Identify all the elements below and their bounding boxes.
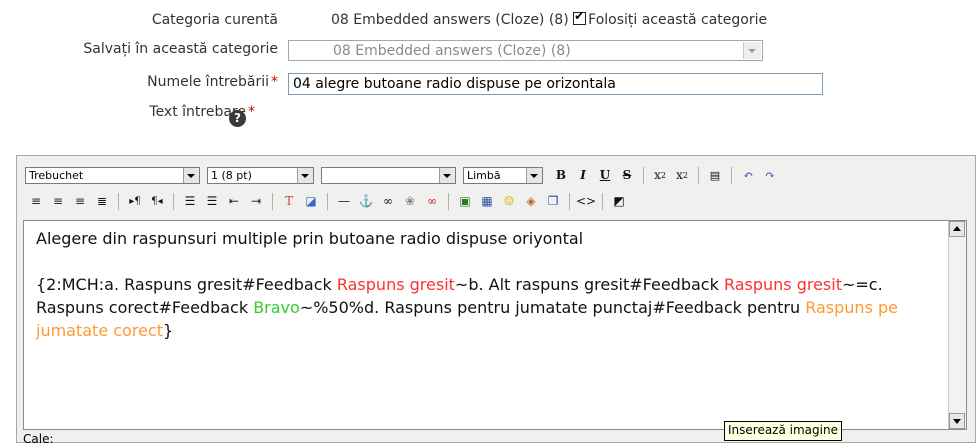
chevron-down-icon — [743, 42, 761, 59]
file-icon[interactable]: ❐ — [544, 192, 562, 210]
divider — [448, 192, 449, 210]
divider — [272, 192, 273, 210]
insert-char-icon[interactable]: ◈ — [522, 192, 540, 210]
underline-button[interactable]: U — [596, 166, 614, 184]
cloze-part5: } — [162, 321, 174, 340]
font-family-select[interactable]: Trebuchet — [25, 166, 200, 184]
question-name-input[interactable] — [288, 73, 823, 95]
cloze-part4: ~%50%d. Raspuns pentru jumatate punctaj#… — [299, 298, 806, 317]
unordered-list-icon[interactable]: ☰ — [203, 192, 221, 210]
html-editor: Trebuchet 1 (8 pt) Limbă B I U S x2 x2 ▤… — [16, 155, 976, 446]
scroll-up-icon[interactable] — [949, 221, 965, 237]
question-name-label-wrap: Numele întrebării * — [147, 74, 278, 90]
editor-textarea[interactable]: Alegere din raspunsuri multiple prin but… — [23, 220, 967, 430]
unlink-icon[interactable]: ∞ — [423, 192, 441, 210]
current-category-label: Categoria curentă — [151, 12, 278, 28]
italic-button[interactable]: I — [574, 166, 592, 184]
ordered-list-icon[interactable]: ☰ — [181, 192, 199, 210]
font-size-select[interactable]: 1 (8 pt) — [207, 166, 314, 184]
feedback-wrong1: Raspuns gresit — [336, 275, 455, 294]
align-right-icon[interactable]: ≡ — [71, 192, 89, 210]
divider — [698, 166, 699, 184]
nolink-icon[interactable]: ❀ — [401, 192, 419, 210]
smiley-icon[interactable]: ☺ — [500, 192, 518, 210]
chevron-down-icon — [183, 167, 199, 183]
divider — [569, 192, 570, 210]
editor-path-status: Cale: — [23, 432, 54, 446]
undo-icon[interactable]: ↶ — [739, 166, 757, 184]
subscript-icon[interactable]: x2 — [651, 166, 669, 184]
divider — [643, 166, 644, 184]
align-left-icon[interactable]: ≡ — [27, 192, 45, 210]
editor-toolbar-row1: Trebuchet 1 (8 pt) Limbă B I U S x2 x2 ▤… — [25, 164, 781, 186]
current-category-value: 08 Embedded answers (Cloze) (8) Folosiți… — [331, 9, 768, 28]
rtl-icon[interactable]: ¶◂ — [148, 192, 166, 210]
divider — [731, 166, 732, 184]
divider — [327, 192, 328, 210]
language-value: Limbă — [467, 168, 501, 182]
fullscreen-icon[interactable]: ◩ — [610, 192, 628, 210]
chevron-down-icon — [526, 167, 542, 183]
divider — [602, 192, 603, 210]
editor-toolbar-row2: ≡ ≡ ≡ ≣ ▸¶ ¶◂ ☰ ☰ ⇤ ⇥ T ◪ — ⚓ ∞ ❀ ∞ ▣ ▦ … — [25, 190, 630, 212]
font-size-value: 1 (8 pt) — [211, 168, 252, 182]
help-icon[interactable]: ? — [229, 110, 246, 127]
strike-button[interactable]: S — [618, 166, 636, 184]
language-select[interactable]: Limbă — [463, 166, 543, 184]
insert-table-icon[interactable]: ▦ — [478, 192, 496, 210]
scroll-down-icon[interactable] — [949, 413, 965, 429]
feedback-wrong2: Raspuns gresit — [723, 275, 842, 294]
background-color-icon[interactable]: ◪ — [302, 192, 320, 210]
bold-button[interactable]: B — [552, 166, 570, 184]
use-category-label: Folosiți această categorie — [588, 12, 768, 28]
feedback-correct: Bravo — [253, 298, 300, 317]
insert-image-tooltip: Inserează imagine — [724, 421, 842, 441]
outdent-icon[interactable]: ⇤ — [225, 192, 243, 210]
chevron-down-icon — [439, 167, 455, 183]
align-center-icon[interactable]: ≡ — [49, 192, 67, 210]
format-select[interactable] — [321, 166, 456, 184]
current-category-text: 08 Embedded answers (Cloze) (8) — [331, 12, 569, 28]
required-icon: * — [248, 104, 255, 120]
anchor-icon[interactable]: ⚓ — [357, 192, 375, 210]
editor-scrollbar[interactable] — [948, 221, 966, 429]
superscript-icon[interactable]: x2 — [673, 166, 691, 184]
chevron-down-icon — [297, 167, 313, 183]
divider — [118, 192, 119, 210]
divider — [173, 192, 174, 210]
question-name-label: Numele întrebării — [147, 74, 269, 90]
clean-word-icon[interactable]: ▤ — [706, 166, 724, 184]
cloze-paragraph: {2:MCH:a. Raspuns gresit#Feedback Raspun… — [36, 273, 936, 342]
text-color-icon[interactable]: T — [280, 192, 298, 210]
cloze-part2: ~b. Alt raspuns gresit#Feedback — [454, 275, 724, 294]
link-icon[interactable]: ∞ — [379, 192, 397, 210]
content-line1: Alegere din raspunsuri multiple prin but… — [36, 229, 584, 248]
use-category-checkbox[interactable] — [573, 9, 587, 25]
save-in-category-value: 08 Embedded answers (Cloze) (8) — [333, 43, 571, 59]
ltr-icon[interactable]: ▸¶ — [126, 192, 144, 210]
justify-icon[interactable]: ≣ — [93, 192, 111, 210]
font-family-value: Trebuchet — [29, 168, 84, 182]
insert-image-icon[interactable]: ▣ — [456, 192, 474, 210]
indent-icon[interactable]: ⇥ — [247, 192, 265, 210]
editor-content: Alegere din raspunsuri multiple prin but… — [36, 227, 936, 342]
required-icon: * — [271, 74, 278, 90]
horizontal-rule-icon[interactable]: — — [335, 192, 353, 210]
html-source-icon[interactable]: <> — [576, 192, 596, 210]
save-in-category-label: Salvați în această categorie — [83, 41, 278, 57]
redo-icon[interactable]: ↷ — [761, 166, 779, 184]
save-in-category-select[interactable]: 08 Embedded answers (Cloze) (8) — [288, 40, 763, 61]
cloze-part1: {2:MCH:a. Raspuns gresit#Feedback — [36, 275, 337, 294]
